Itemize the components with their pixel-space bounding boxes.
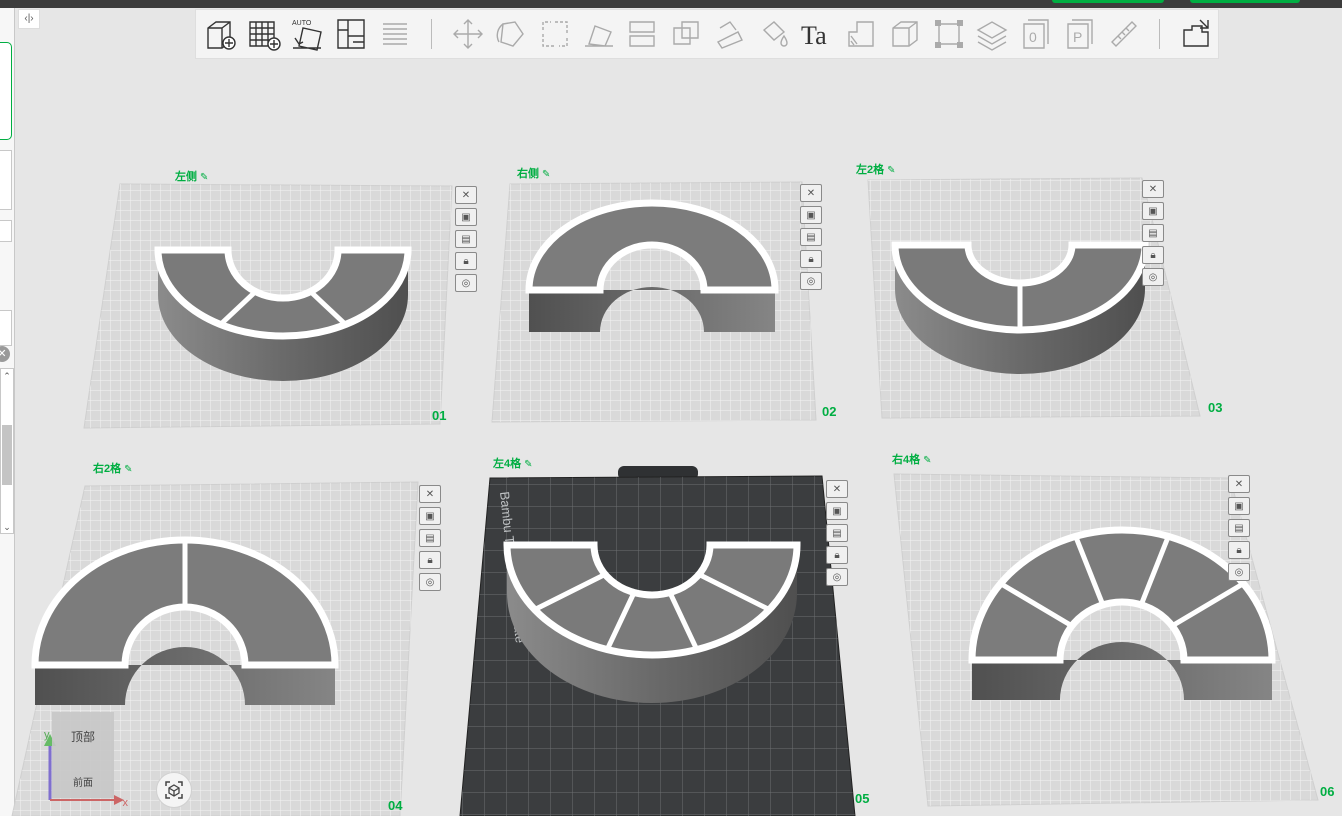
plate-name-text: 左侧 <box>175 171 197 183</box>
lock-icon[interactable]: 🔒︎ <box>455 252 477 270</box>
arrange-plate-icon[interactable]: ▤ <box>419 529 441 547</box>
plate-name-02[interactable]: 右侧 ✎ <box>517 165 550 181</box>
3d-viewport[interactable]: Bambu Textured PEI Plate <box>0 0 1342 816</box>
lock-icon[interactable]: 🔒︎ <box>419 551 441 569</box>
arrange-plate-icon[interactable]: ▤ <box>800 228 822 246</box>
close-plate-icon[interactable]: ✕ <box>455 186 477 204</box>
view-cube-top[interactable]: 顶部 <box>52 728 114 745</box>
plate-number: 05 <box>855 791 870 806</box>
settings-icon[interactable]: ◎ <box>1142 268 1164 286</box>
arrange-plate-icon[interactable]: ▤ <box>826 524 848 542</box>
lock-icon[interactable]: 🔒︎ <box>1142 246 1164 264</box>
arrange-plate-icon[interactable]: ▤ <box>1228 519 1250 537</box>
plate-number: 01 <box>432 408 447 423</box>
plate-number: 02 <box>822 404 837 419</box>
plate-name-text: 右2格 <box>93 463 122 475</box>
settings-icon[interactable]: ◎ <box>455 274 477 292</box>
plate-name-text: 右4格 <box>892 454 921 466</box>
settings-icon[interactable]: ◎ <box>826 568 848 586</box>
edit-pencil-icon[interactable]: ✎ <box>124 464 132 475</box>
plate-number: 04 <box>388 798 403 813</box>
close-plate-icon[interactable]: ✕ <box>826 480 848 498</box>
fit-view-icon <box>165 781 183 799</box>
edit-pencil-icon[interactable]: ✎ <box>200 172 208 183</box>
arrange-plate-icon[interactable]: ▤ <box>1142 224 1164 242</box>
settings-icon[interactable]: ◎ <box>800 272 822 290</box>
build-plate-06[interactable] <box>893 473 1319 807</box>
lock-icon[interactable]: 🔒︎ <box>800 250 822 268</box>
view-cube-front[interactable]: 前面 <box>52 774 114 789</box>
view-cube[interactable]: 顶部 前面 <box>52 712 114 798</box>
plate-toolbar: ✕ ▣ ▤ 🔒︎ ◎ <box>1142 180 1164 286</box>
thumbnail-icon[interactable]: ▣ <box>1142 202 1164 220</box>
close-plate-icon[interactable]: ✕ <box>1142 180 1164 198</box>
close-plate-icon[interactable]: ✕ <box>419 485 441 503</box>
plate-toolbar: ✕ ▣ ▤ 🔒︎ ◎ <box>419 485 441 591</box>
thumbnail-icon[interactable]: ▣ <box>800 206 822 224</box>
x-axis-label: x <box>123 797 129 808</box>
plate-name-text: 左4格 <box>493 458 522 470</box>
thumbnail-icon[interactable]: ▣ <box>455 208 477 226</box>
plate-name-text: 左2格 <box>856 164 885 176</box>
lock-icon[interactable]: 🔒︎ <box>1228 541 1250 559</box>
plate-toolbar: ✕ ▣ ▤ 🔒︎ ◎ <box>826 480 848 586</box>
edit-pencil-icon[interactable]: ✎ <box>524 459 532 470</box>
close-plate-icon[interactable]: ✕ <box>800 184 822 202</box>
edit-pencil-icon[interactable]: ✎ <box>542 169 550 180</box>
plate-name-06[interactable]: 右4格 ✎ <box>892 451 932 467</box>
plate-name-04[interactable]: 右2格 ✎ <box>93 460 133 476</box>
settings-icon[interactable]: ◎ <box>1228 563 1250 581</box>
plate-name-text: 右侧 <box>517 168 539 180</box>
build-plate-01[interactable] <box>83 183 453 429</box>
plate-toolbar: ✕ ▣ ▤ 🔒︎ ◎ <box>800 184 822 290</box>
plate-toolbar: ✕ ▣ ▤ 🔒︎ ◎ <box>455 186 477 292</box>
edit-pencil-icon[interactable]: ✎ <box>923 455 931 466</box>
plate-name-03[interactable]: 左2格 ✎ <box>856 161 896 177</box>
plate-number: 06 <box>1320 784 1335 799</box>
plate-name-05[interactable]: 左4格 ✎ <box>493 455 533 471</box>
plate-toolbar: ✕ ▣ ▤ 🔒︎ ◎ <box>1228 475 1250 581</box>
arrange-plate-icon[interactable]: ▤ <box>455 230 477 248</box>
y-axis-label: y <box>44 729 50 741</box>
lock-icon[interactable]: 🔒︎ <box>826 546 848 564</box>
fit-view-button[interactable] <box>156 772 192 808</box>
plate-name-01[interactable]: 左侧 ✎ <box>175 168 208 184</box>
thumbnail-icon[interactable]: ▣ <box>419 507 441 525</box>
thumbnail-icon[interactable]: ▣ <box>826 502 848 520</box>
settings-icon[interactable]: ◎ <box>419 573 441 591</box>
plate-number: 03 <box>1208 400 1223 415</box>
edit-pencil-icon[interactable]: ✎ <box>887 165 895 176</box>
close-plate-icon[interactable]: ✕ <box>1228 475 1250 493</box>
thumbnail-icon[interactable]: ▣ <box>1228 497 1250 515</box>
build-plate-05[interactable]: Bambu Textured PEI Plate <box>459 466 856 816</box>
build-plate-02[interactable] <box>491 181 817 423</box>
